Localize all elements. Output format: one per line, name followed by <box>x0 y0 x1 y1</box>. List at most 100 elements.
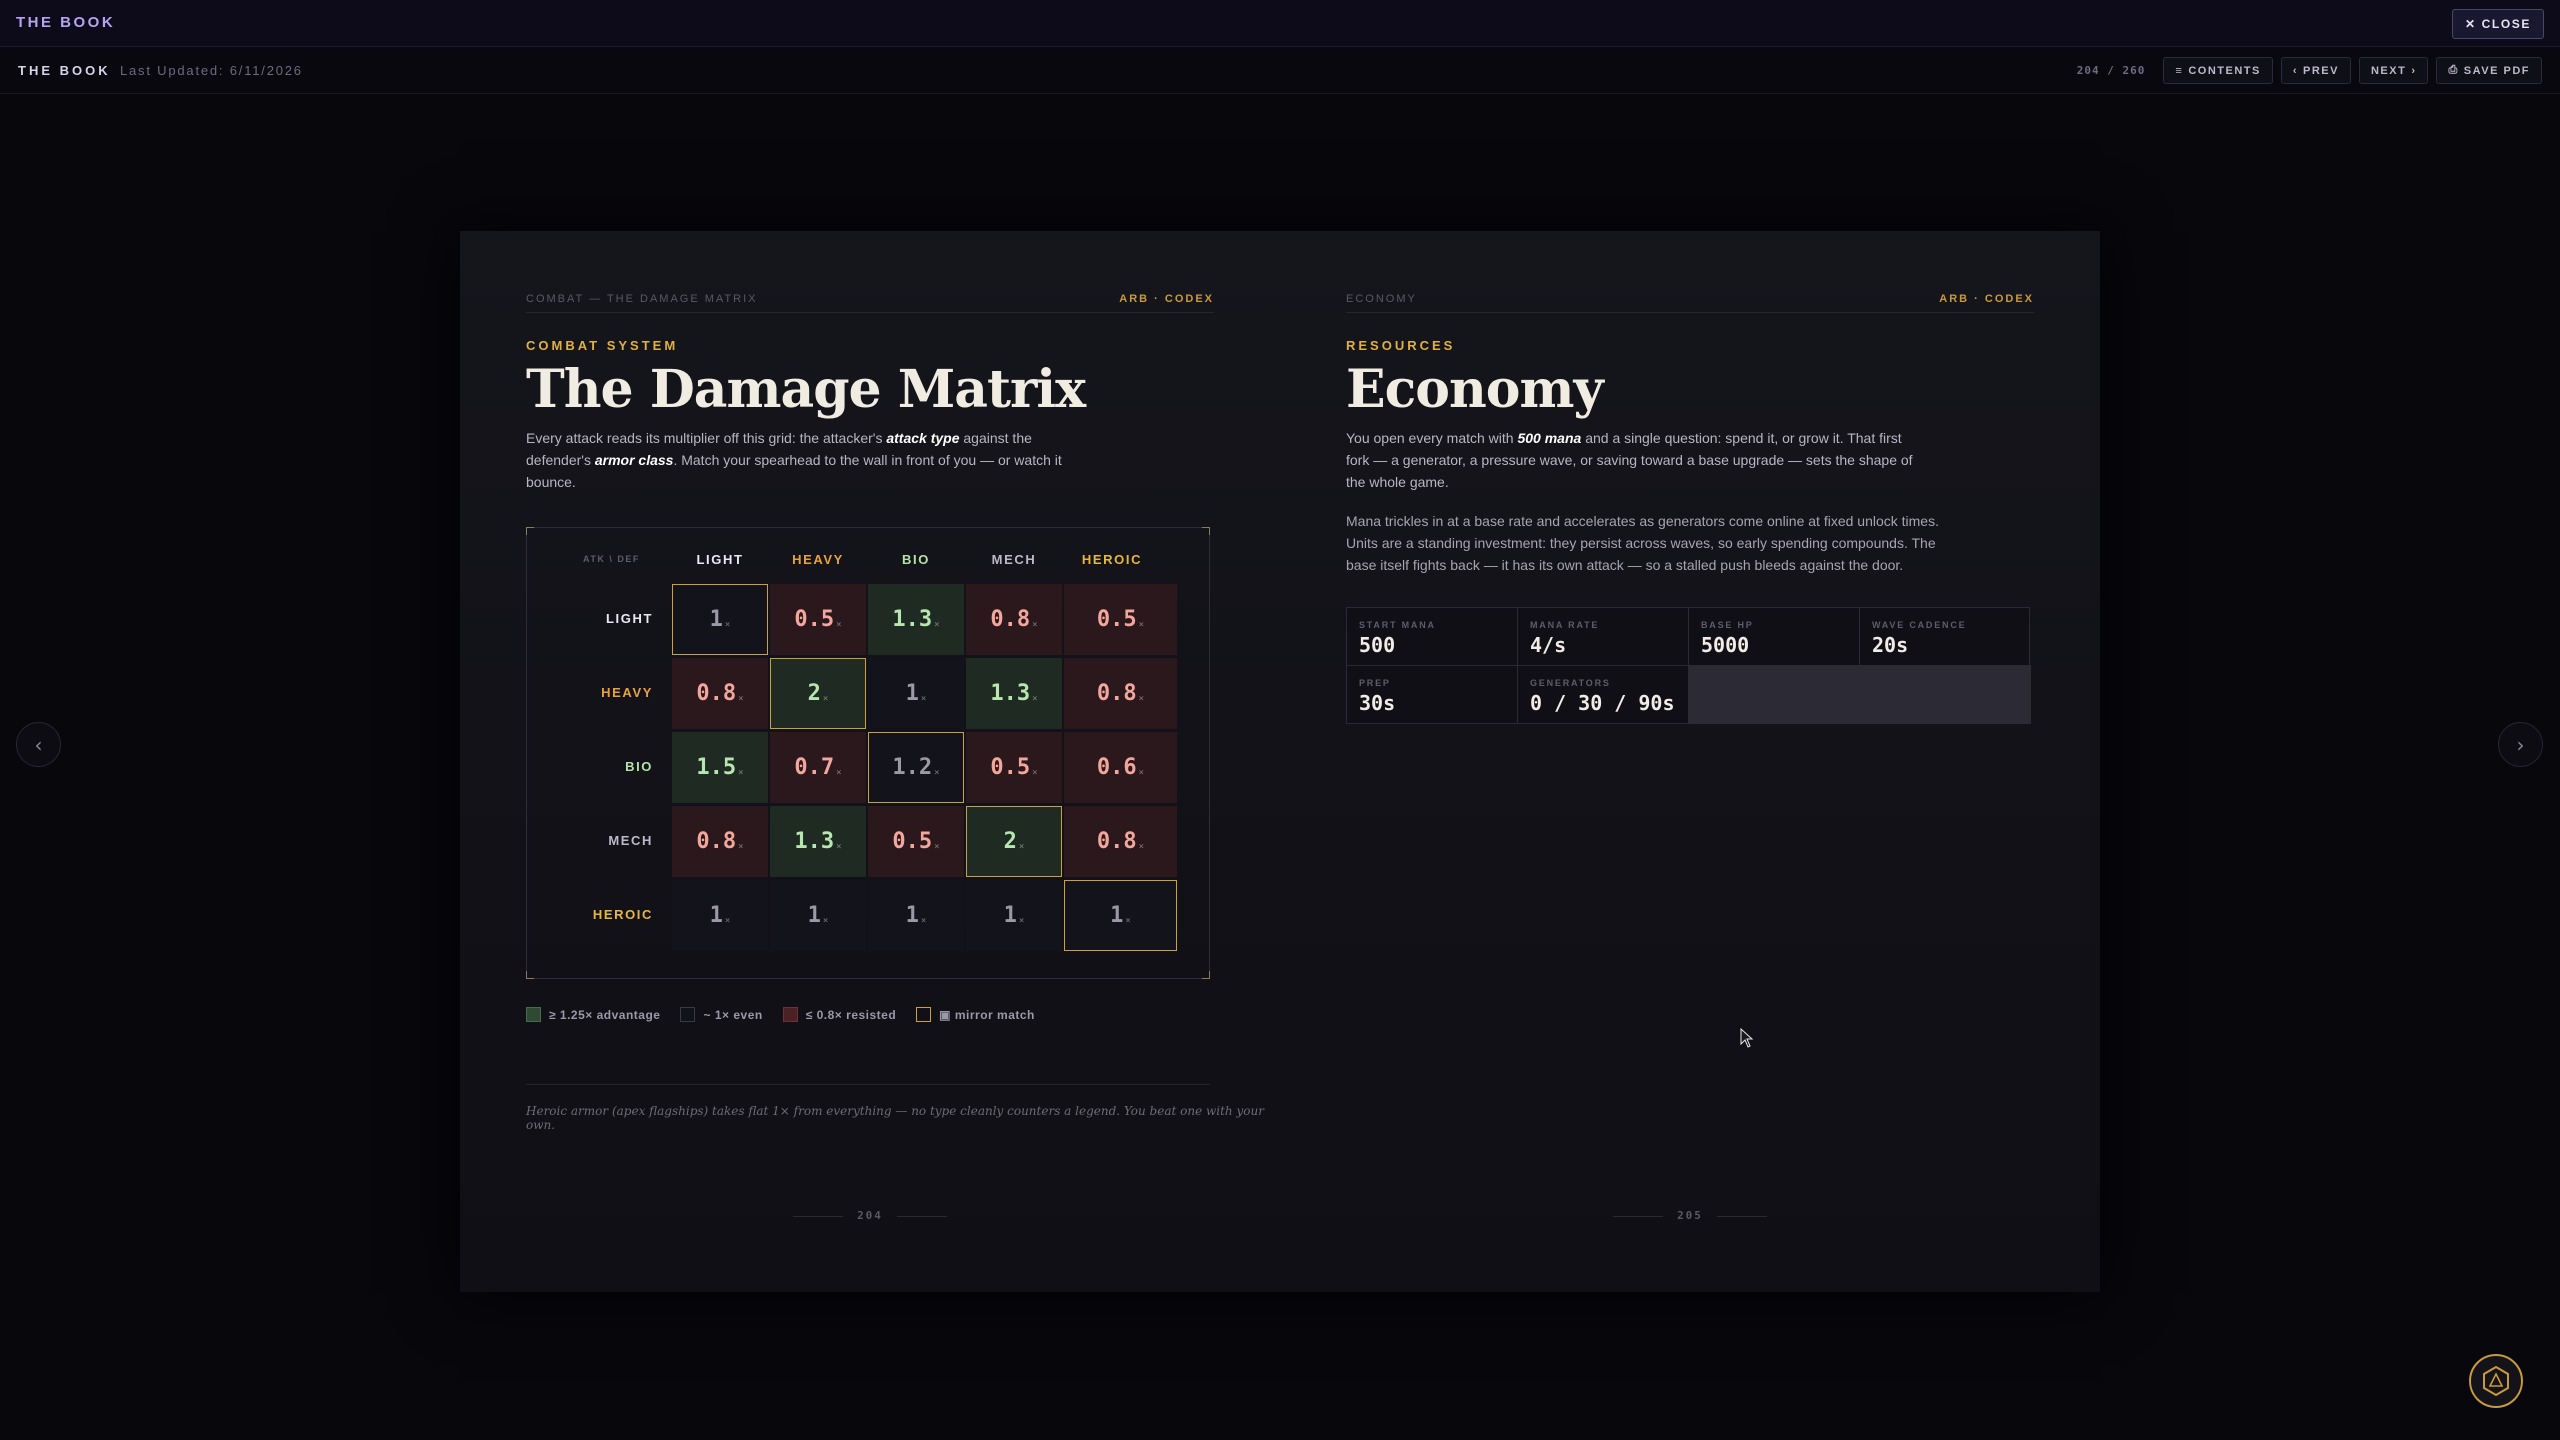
divider <box>526 1084 1210 1085</box>
legend-item-resisted: ≤ 0.8× resisted <box>782 1007 896 1022</box>
close-icon: ✕ <box>2465 17 2477 31</box>
matrix-cell: 1.5 × <box>672 732 768 803</box>
intro-paragraph: Every attack reads its multiplier off th… <box>526 430 1062 490</box>
close-button[interactable]: ✕ CLOSE <box>2452 9 2544 39</box>
legend-swatch <box>916 1007 932 1022</box>
contents-button[interactable]: ≡ CONTENTS <box>2163 57 2273 84</box>
matrix-cell: 1 × <box>868 658 964 729</box>
codex-label: ARB · CODEX <box>1119 293 1214 305</box>
body-paragraph: Mana trickles in at a base rate and acce… <box>1346 513 1939 573</box>
matrix-cell: 0.8 × <box>672 806 768 877</box>
matrix-cell: 0.5 × <box>770 584 866 655</box>
page-number: 205 <box>1280 1209 2100 1222</box>
legend-swatch <box>526 1007 541 1022</box>
download-icon: ⎙ <box>2448 64 2459 76</box>
matrix-cell: 1 × <box>1064 880 1177 951</box>
stat-generators: GENERATORS 0 / 30 / 90s <box>1518 666 1689 724</box>
legend-item-advantage: ≥ 1.25× advantage <box>526 1007 660 1022</box>
chevron-right-icon: › <box>2516 732 2525 757</box>
legend-swatch <box>782 1007 798 1022</box>
matrix-cell: 0.8 × <box>966 584 1062 655</box>
matrix-cell: 0.6 × <box>1064 732 1177 803</box>
row-header: LIGHT <box>606 611 653 626</box>
mouse-cursor-icon <box>1740 1027 1754 1053</box>
page-title: Economy <box>1346 359 1604 420</box>
stat-prep: PREP 30s <box>1347 666 1518 724</box>
codex-label: ARB · CODEX <box>1939 293 2034 305</box>
top-bar: THE BOOK ✕ CLOSE <box>0 0 2560 47</box>
legend-item-mirror: ▣ mirror match <box>916 1007 1035 1022</box>
matrix-cell: 1.3 × <box>770 806 866 877</box>
matrix-cell: 0.8 × <box>1064 806 1177 877</box>
contents-label: CONTENTS <box>2188 64 2261 77</box>
section-label: COMBAT — THE DAMAGE MATRIX <box>526 293 758 305</box>
next-button[interactable]: NEXT › <box>2358 57 2429 84</box>
matrix-cell: 1 × <box>770 880 866 951</box>
page-title: The Damage Matrix <box>526 359 1086 420</box>
matrix-cell: 1 × <box>966 880 1062 951</box>
matrix-cell: 1 × <box>672 584 768 655</box>
column-header: HEROIC <box>1081 552 1143 567</box>
matrix-cell: 0.8 × <box>1064 658 1177 729</box>
matrix-cell: 1 × <box>868 880 964 951</box>
footnote: Heroic armor (apex flagships) takes flat… <box>526 1104 1264 1132</box>
matrix-legend: ≥ 1.25× advantage ~ 1× even ≤ 0.8× resis… <box>526 1007 1035 1022</box>
chapter-eyebrow: RESOURCES <box>1346 338 1456 353</box>
column-header: BIO <box>902 552 930 567</box>
reader-toolbar: THE BOOK Last Updated: 6/11/2026 204 / 2… <box>0 47 2560 94</box>
next-label: NEXT <box>2370 64 2407 77</box>
prev-page-arrow[interactable]: ‹ <box>16 722 61 767</box>
page-header: ECONOMY ARB · CODEX <box>1346 293 2034 313</box>
app-brand: THE BOOK <box>16 14 116 31</box>
matrix-cell: 1.3 × <box>868 584 964 655</box>
stat-base-hp: BASE HP 5000 <box>1689 608 1860 666</box>
stat-wave-cadence: WAVE CADENCE 20s <box>1860 608 2031 666</box>
stat-empty-cell <box>1689 666 2031 724</box>
book-spread: COMBAT — THE DAMAGE MATRIX ARB · CODEX C… <box>460 231 2100 1292</box>
matrix-cell: 1.3 × <box>966 658 1062 729</box>
legend-item-even: ~ 1× even <box>680 1007 762 1022</box>
matrix-cell: 0.5 × <box>966 732 1062 803</box>
economy-stats: START MANA 500 MANA RATE 4/s BASE HP 5000 W… <box>1346 607 2031 724</box>
row-header: HEAVY <box>601 685 653 700</box>
page-header: COMBAT — THE DAMAGE MATRIX ARB · CODEX <box>526 293 1214 313</box>
row-header: HEROIC <box>592 907 653 922</box>
column-header: HEAVY <box>792 552 844 567</box>
matrix-axis-label: ATK \ DEF <box>583 554 640 564</box>
stat-mana-rate: MANA RATE 4/s <box>1518 608 1689 666</box>
matrix-cell: 0.5 × <box>868 806 964 877</box>
column-header: MECH <box>991 552 1037 567</box>
chevron-left-icon: ‹ <box>34 732 43 757</box>
next-page-arrow[interactable]: › <box>2498 722 2543 767</box>
column-header: LIGHT <box>696 552 744 567</box>
left-page: COMBAT — THE DAMAGE MATRIX ARB · CODEX C… <box>460 231 1280 1292</box>
matrix-cell: 1.2 × <box>868 732 964 803</box>
chapter-eyebrow: COMBAT SYSTEM <box>526 338 679 353</box>
matrix-cell: 0.5 × <box>1064 584 1177 655</box>
legend-swatch <box>680 1007 696 1022</box>
stat-start-mana: START MANA 500 <box>1347 608 1518 666</box>
chevron-left-icon: ‹ <box>2292 64 2298 77</box>
damage-matrix: ATK \ DEF LIGHT HEAVY BIO MECH HEROIC LI… <box>526 527 1210 979</box>
chevron-right-icon: › <box>2411 64 2417 77</box>
reader-title: THE BOOK <box>18 63 111 78</box>
save-pdf-button[interactable]: ⎙ SAVE PDF <box>2436 57 2542 84</box>
matrix-cell: 1 × <box>672 880 768 951</box>
row-header: MECH <box>608 833 653 848</box>
prev-button[interactable]: ‹ PREV <box>2280 57 2351 84</box>
prev-label: PREV <box>2303 64 2339 77</box>
close-label: CLOSE <box>2481 17 2531 31</box>
save-pdf-label: SAVE PDF <box>2463 64 2530 77</box>
page-counter: 204 / 260 <box>2076 64 2146 77</box>
matrix-cell: 2 × <box>966 806 1062 877</box>
matrix-cell: 0.8 × <box>672 658 768 729</box>
row-header: BIO <box>625 759 653 774</box>
section-label: ECONOMY <box>1346 293 1417 305</box>
matrix-cell: 0.7 × <box>770 732 866 803</box>
hexagon-emblem-icon[interactable] <box>2469 1354 2523 1408</box>
intro-paragraph: You open every match with 500 mana and a… <box>1346 430 1913 490</box>
last-updated: Last Updated: 6/11/2026 <box>120 63 303 78</box>
matrix-cell: 2 × <box>770 658 866 729</box>
list-icon: ≡ <box>2175 64 2184 77</box>
page-number: 204 <box>460 1209 1280 1222</box>
